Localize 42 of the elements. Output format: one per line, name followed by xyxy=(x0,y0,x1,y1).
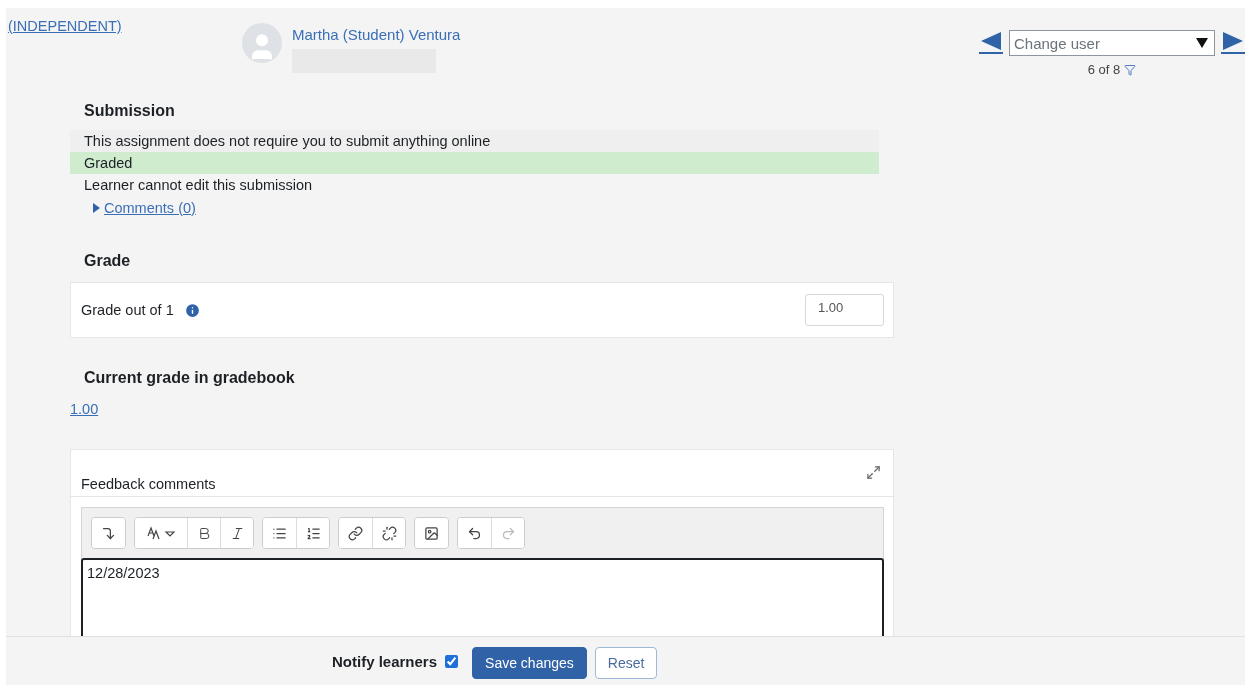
fullscreen-icon[interactable] xyxy=(866,465,881,480)
unlink-icon xyxy=(381,525,397,541)
submission-status: This assignment does not require you to submit anything online xyxy=(70,130,879,152)
collapse-toolbar-button[interactable] xyxy=(92,518,125,548)
redo-icon xyxy=(500,525,516,541)
filter-icon[interactable] xyxy=(1124,63,1137,76)
submission-status: Learner cannot edit this submission xyxy=(83,176,314,195)
user-name-link[interactable]: Martha (Student) Ventura xyxy=(292,26,461,43)
avatar-icon xyxy=(242,23,282,63)
caret-icon xyxy=(1196,38,1208,48)
feedback-text-area[interactable]: 12/28/2023 xyxy=(81,558,884,636)
feedback-label: Feedback comments xyxy=(81,476,216,492)
image-button[interactable] xyxy=(415,518,448,548)
grade-label: Grade out of 1 xyxy=(81,302,174,318)
link-icon xyxy=(348,525,363,541)
image-icon xyxy=(424,525,439,541)
section-heading: Submission xyxy=(83,102,176,120)
numbered-list-icon xyxy=(305,525,321,541)
section-heading: Current grade in gradebook xyxy=(83,369,296,387)
save-button[interactable]: Save changes xyxy=(472,647,587,679)
reset-button[interactable]: Reset xyxy=(594,647,658,679)
italic-button[interactable] xyxy=(220,518,253,548)
bullet-list-icon xyxy=(272,525,287,541)
gradebook-grade-link[interactable]: 1.00 xyxy=(70,401,99,417)
group-link[interactable]: (INDEPENDENT) xyxy=(8,18,242,34)
change-user-select[interactable]: Change user xyxy=(1009,30,1215,56)
notify-checkbox[interactable] xyxy=(445,654,459,668)
numbered-list-button[interactable] xyxy=(296,518,329,548)
font-style-icon xyxy=(146,526,176,540)
comments-link[interactable]: Comments (0) xyxy=(92,196,196,219)
unlink-button[interactable] xyxy=(372,518,405,548)
undo-icon xyxy=(467,525,482,541)
info-icon[interactable] xyxy=(183,301,201,319)
previous-user-icon[interactable] xyxy=(979,31,1003,55)
section-heading: Grade xyxy=(83,252,132,270)
arrow-icon xyxy=(101,525,116,541)
user-count: 6 of 8 xyxy=(1087,62,1121,77)
grade-input[interactable]: 1.00 xyxy=(805,294,884,326)
notify-label: Notify learners xyxy=(332,652,438,670)
next-user-icon[interactable] xyxy=(1221,31,1245,55)
italic-icon xyxy=(229,525,245,541)
submission-status: Graded xyxy=(70,152,879,174)
